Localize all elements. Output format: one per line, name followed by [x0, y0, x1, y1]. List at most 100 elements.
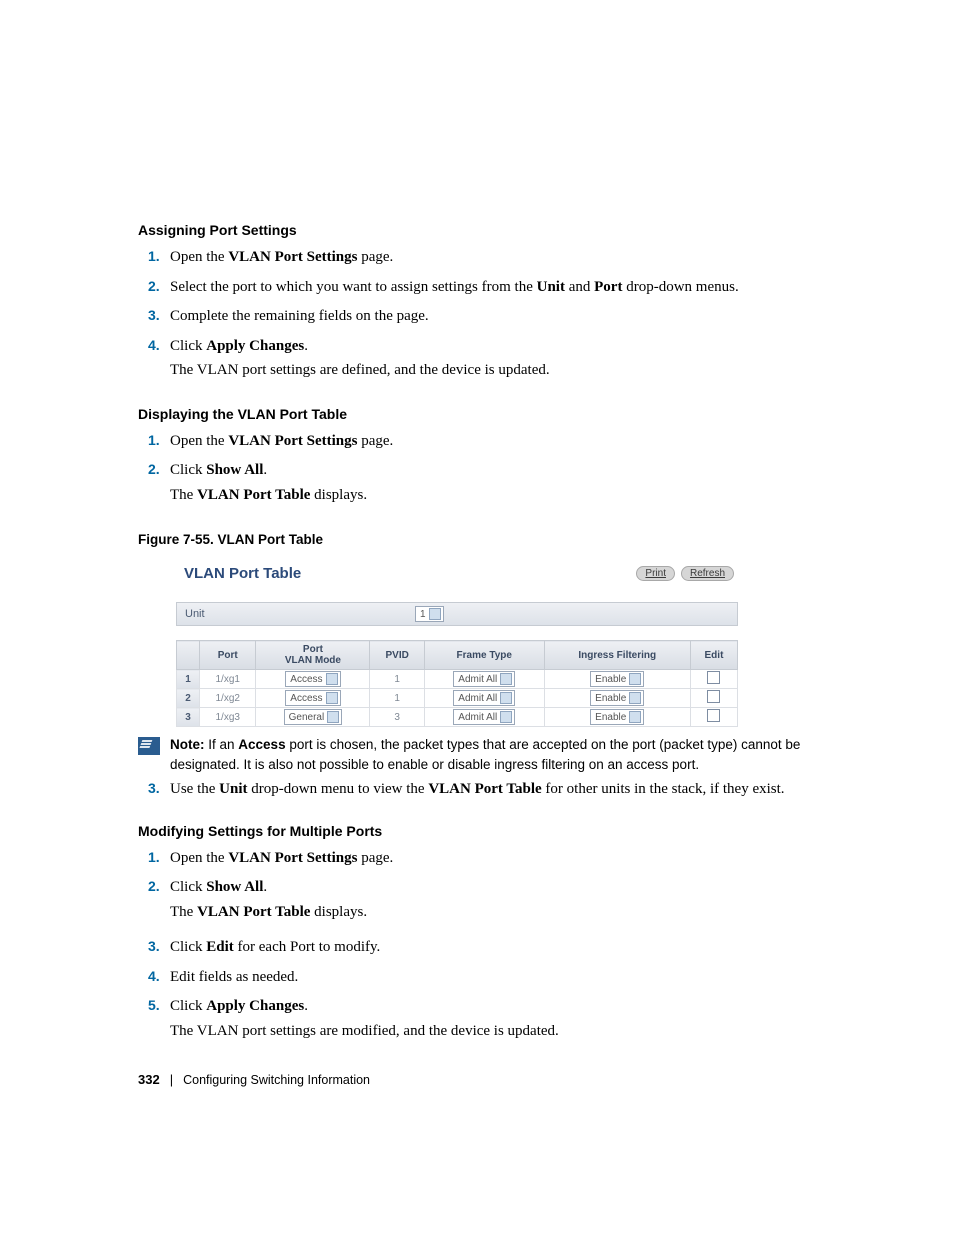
frame-value: Admit All	[458, 693, 497, 704]
frame-select[interactable]: Admit All	[453, 709, 515, 725]
follow-text: The VLAN port settings are defined, and …	[170, 359, 856, 382]
frame-select[interactable]: Admit All	[453, 671, 515, 687]
mode-value: General	[289, 712, 325, 723]
vlan-port-table-screenshot: VLAN Port Table Print Refresh Unit 1 Por…	[176, 561, 738, 727]
bold: VLAN Port Settings	[228, 433, 357, 449]
chevron-down-icon	[326, 692, 338, 704]
text: drop-down menu to view the	[248, 781, 429, 797]
heading-modifying: Modifying Settings for Multiple Ports	[138, 823, 856, 839]
text: displays.	[310, 904, 367, 920]
text: Open the	[170, 850, 228, 866]
ingress-select[interactable]: Enable	[590, 671, 644, 687]
text: Click	[170, 338, 206, 354]
step-number: 5.	[138, 995, 170, 1016]
bold: Show All	[206, 462, 263, 478]
step-text: Click Apply Changes. The VLAN port setti…	[170, 995, 856, 1048]
step-text: Open the VLAN Port Settings page.	[170, 430, 856, 453]
text: for each Port to modify.	[234, 939, 381, 955]
step-number: 2.	[138, 459, 170, 480]
text: for other units in the stack, if they ex…	[542, 781, 785, 797]
text: and	[565, 279, 594, 295]
bold: Show All	[206, 879, 263, 895]
chevron-down-icon	[500, 673, 512, 685]
follow-text: The VLAN Port Table displays.	[170, 484, 856, 507]
text: If an	[205, 737, 239, 752]
note-label: Note:	[170, 737, 205, 752]
step-number: 3.	[138, 305, 170, 326]
step-number: 1.	[138, 847, 170, 868]
assigning-steps: 1. Open the VLAN Port Settings page. 2. …	[138, 246, 856, 388]
table-row: 3 1/xg3 General 3 Admit All Enable	[177, 708, 738, 727]
table-row: 2 1/xg2 Access 1 Admit All Enable	[177, 689, 738, 708]
col-edit: Edit	[690, 641, 737, 670]
mode-select[interactable]: Access	[285, 671, 340, 687]
step-number: 3.	[138, 936, 170, 957]
bold: Access	[238, 737, 285, 752]
text: .	[263, 879, 267, 895]
step-text: Select the port to which you want to ass…	[170, 276, 856, 299]
cell-port: 1/xg1	[200, 670, 256, 689]
chevron-down-icon	[429, 608, 441, 620]
ingress-select[interactable]: Enable	[590, 709, 644, 725]
edit-checkbox[interactable]	[707, 690, 720, 703]
mode-select[interactable]: Access	[285, 690, 340, 706]
mode-value: Access	[290, 674, 322, 685]
chevron-down-icon	[326, 673, 338, 685]
unit-value: 1	[420, 609, 426, 620]
edit-checkbox[interactable]	[707, 671, 720, 684]
text: page.	[357, 850, 393, 866]
print-button[interactable]: Print	[636, 566, 675, 581]
chevron-down-icon	[327, 711, 339, 723]
bold: Unit	[219, 781, 247, 797]
chevron-down-icon	[629, 673, 641, 685]
text: Click	[170, 998, 206, 1014]
modifying-steps: 1. Open the VLAN Port Settings page. 2. …	[138, 847, 856, 1049]
step-number: 2.	[138, 276, 170, 297]
text: Click	[170, 462, 206, 478]
text: Open the	[170, 249, 228, 265]
step-text: Click Edit for each Port to modify.	[170, 936, 856, 959]
chevron-down-icon	[629, 711, 641, 723]
cell-pvid: 3	[370, 708, 425, 727]
ingress-select[interactable]: Enable	[590, 690, 644, 706]
cell-port: 1/xg3	[200, 708, 256, 727]
step-text: Complete the remaining fields on the pag…	[170, 305, 856, 328]
step-text: Click Show All. The VLAN Port Table disp…	[170, 876, 856, 929]
frame-select[interactable]: Admit All	[453, 690, 515, 706]
ingress-value: Enable	[595, 674, 626, 685]
step-text: Click Apply Changes. The VLAN port setti…	[170, 335, 856, 388]
text: .	[304, 338, 308, 354]
chevron-down-icon	[500, 692, 512, 704]
note-block: Note: If an Access port is chosen, the p…	[138, 735, 856, 774]
note-text: Note: If an Access port is chosen, the p…	[170, 735, 856, 774]
step-text: Open the VLAN Port Settings page.	[170, 847, 856, 870]
note-icon	[138, 737, 160, 755]
row-index: 3	[177, 708, 200, 727]
ingress-value: Enable	[595, 712, 626, 723]
separator: |	[170, 1072, 173, 1087]
step-text: Use the Unit drop-down menu to view the …	[170, 778, 856, 801]
cell-pvid: 1	[370, 670, 425, 689]
ingress-value: Enable	[595, 693, 626, 704]
text: page.	[357, 249, 393, 265]
refresh-button[interactable]: Refresh	[681, 566, 734, 581]
step-number: 2.	[138, 876, 170, 897]
frame-value: Admit All	[458, 674, 497, 685]
bold: Unit	[537, 279, 565, 295]
step-number: 3.	[138, 778, 170, 799]
follow-text: The VLAN Port Table displays.	[170, 901, 856, 924]
mode-select[interactable]: General	[284, 709, 343, 725]
unit-row: Unit 1	[176, 602, 738, 626]
step-number: 4.	[138, 966, 170, 987]
text: Use the	[170, 781, 219, 797]
text: displays.	[310, 487, 367, 503]
bold: VLAN Port Settings	[228, 850, 357, 866]
page-number: 332	[138, 1072, 160, 1087]
unit-select[interactable]: 1	[415, 606, 444, 622]
edit-checkbox[interactable]	[707, 709, 720, 722]
bold: VLAN Port Table	[197, 487, 310, 503]
step-number: 1.	[138, 430, 170, 451]
bold: Port	[594, 279, 622, 295]
figure-caption: Figure 7-55. VLAN Port Table	[138, 532, 856, 547]
col-ingress: Ingress Filtering	[544, 641, 690, 670]
